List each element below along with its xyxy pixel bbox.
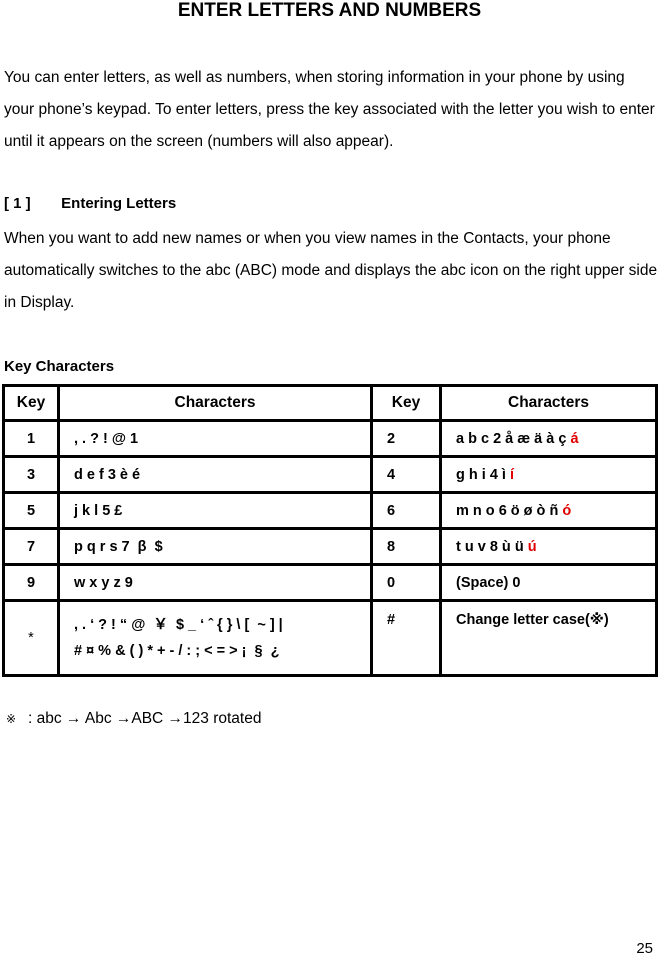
- characters-cell: (Space) 0: [439, 563, 658, 602]
- key-cell: 3: [2, 455, 60, 494]
- characters-text: a b c 2 å æ ä à ç: [456, 430, 567, 447]
- characters-text: t u v 8 ù ü: [456, 538, 524, 555]
- page-number: 25: [636, 940, 653, 957]
- header-characters-right: Characters: [439, 384, 658, 422]
- key-cell: 2: [370, 419, 442, 458]
- key-cell: 6: [370, 491, 442, 530]
- table-row: 7 p q r s 7 β $ 8 t u v 8 ù ü ú: [2, 527, 658, 566]
- key-cell: 7: [2, 527, 60, 566]
- characters-cell: , . ‘ ? ! “ @ ￥ $ _ ‘ ˆ { } \ [ ~ ] | # …: [57, 599, 373, 677]
- characters-cell: w x y z 9: [57, 563, 373, 602]
- highlighted-character: ó: [562, 502, 572, 519]
- table-row: 9 w x y z 9 0 (Space) 0: [2, 563, 658, 602]
- key-cell: 9: [2, 563, 60, 602]
- table-row: 3 d e f 3 è é 4 g h i 4 ì í: [2, 455, 658, 494]
- characters-cell: a b c 2 å æ ä à ç á: [439, 419, 658, 458]
- characters-cell: m n o 6 ö ø ò ñ ó: [439, 491, 658, 530]
- section-paragraph: When you want to add new names or when y…: [4, 230, 658, 311]
- characters-line-2: # ¤ % & ( ) * + - / : ; < = > ¡ § ¿: [74, 643, 280, 659]
- highlighted-character: á: [570, 430, 579, 447]
- characters-cell: j k l 5 £: [57, 491, 373, 530]
- key-cell: 4: [370, 455, 442, 494]
- header-key-left: Key: [2, 384, 60, 422]
- section-heading: [ 1 ] Entering Letters: [4, 194, 176, 214]
- section-number: [ 1 ]: [4, 195, 31, 212]
- table-row-star: * , . ‘ ? ! “ @ ￥ $ _ ‘ ˆ { } \ [ ~ ] | …: [2, 599, 658, 677]
- key-characters-table: Key Characters Key Characters 1 , . ? ! …: [2, 384, 658, 677]
- highlighted-character: ú: [527, 538, 537, 555]
- table-header-row: Key Characters Key Characters: [2, 384, 658, 422]
- footnote: ※ : abc → Abc →ABC →123 rotated: [6, 709, 261, 729]
- characters-cell: Change letter case(※): [439, 599, 658, 677]
- key-cell: 8: [370, 527, 442, 566]
- characters-cell: g h i 4 ì í: [439, 455, 658, 494]
- characters-text: g h i 4 ì: [456, 466, 506, 483]
- reference-mark-icon: ※: [6, 712, 17, 726]
- header-key-right: Key: [370, 384, 442, 422]
- intro-paragraph: You can enter letters, as well as number…: [4, 69, 655, 150]
- key-cell: 1: [2, 419, 60, 458]
- characters-cell: p q r s 7 β $: [57, 527, 373, 566]
- key-cell: 5: [2, 491, 60, 530]
- footnote-text: : abc → Abc →ABC →123 rotated: [28, 710, 262, 727]
- characters-cell: , . ? ! @ 1: [57, 419, 373, 458]
- highlighted-character: í: [509, 466, 515, 483]
- section-title: Entering Letters: [61, 195, 177, 212]
- characters-cell: d e f 3 è é: [57, 455, 373, 494]
- characters-line-1: , . ‘ ? ! “ @ ￥ $ _ ‘ ˆ { } \ [ ~ ] |: [74, 617, 283, 633]
- characters-text: (Space) 0: [456, 574, 521, 591]
- key-cell: #: [370, 599, 442, 677]
- table-row: 5 j k l 5 £ 6 m n o 6 ö ø ò ñ ó: [2, 491, 658, 530]
- key-cell: 0: [370, 563, 442, 602]
- page-title: ENTER LETTERS AND NUMBERS: [177, 0, 482, 21]
- key-characters-heading: Key Characters: [4, 358, 115, 375]
- table-row: 1 , . ? ! @ 1 2 a b c 2 å æ ä à ç á: [2, 419, 658, 458]
- characters-text: m n o 6 ö ø ò ñ: [456, 502, 559, 519]
- characters-cell: t u v 8 ù ü ú: [439, 527, 658, 566]
- key-cell: *: [2, 599, 60, 677]
- header-characters-left: Characters: [57, 384, 373, 422]
